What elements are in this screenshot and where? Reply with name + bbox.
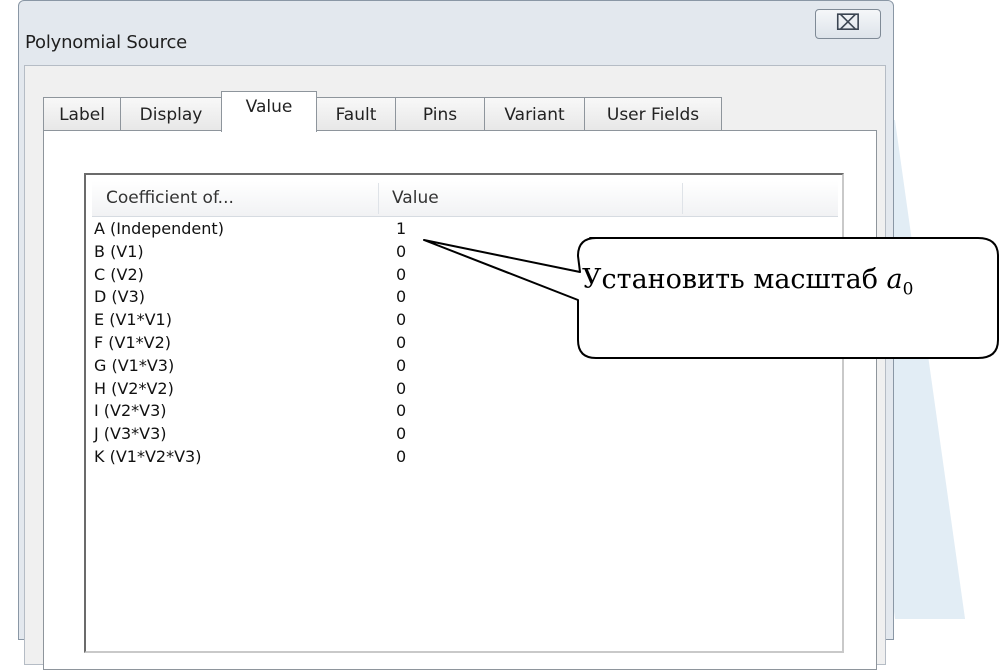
scale-symbol: a [886, 264, 903, 295]
callout-bubble [423, 237, 999, 359]
callout-text: Установить масштаб a0 [582, 264, 913, 299]
scale-subscript: 0 [902, 279, 914, 300]
callout-label: Установить масштаб [582, 264, 887, 295]
